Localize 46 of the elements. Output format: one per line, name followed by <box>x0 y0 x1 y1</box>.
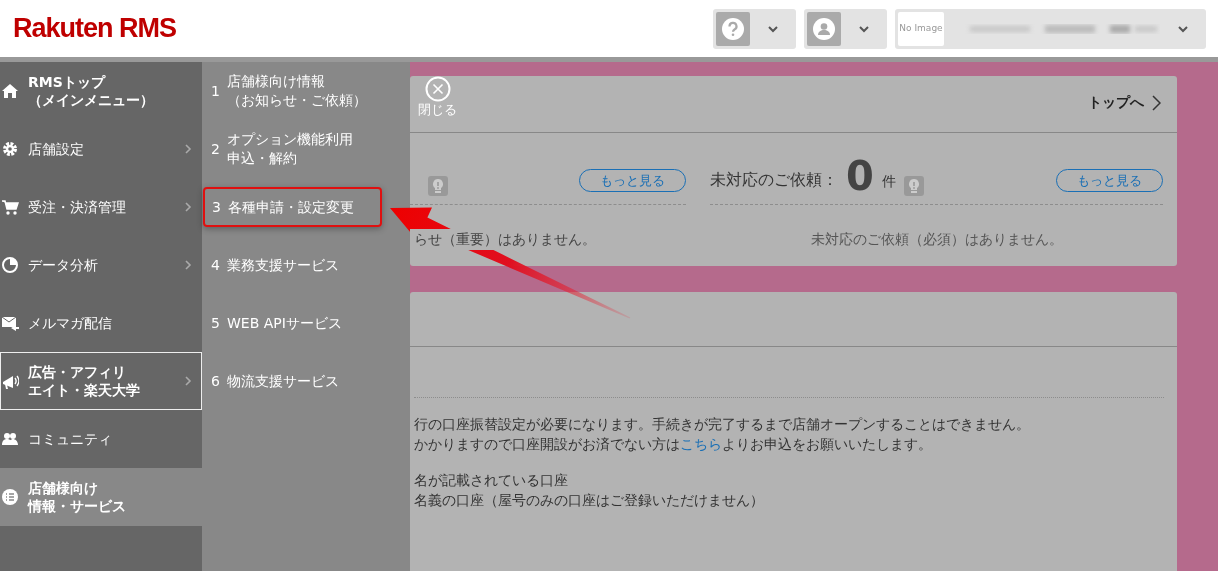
count-label: 未対応のご依頼： <box>710 169 838 191</box>
count-unit: 件 <box>881 172 896 191</box>
submenu-item[interactable]: 6 物流支援サービス <box>202 352 410 410</box>
sidebar-item[interactable]: 広告・アフィリ エイト・楽天大学 <box>0 352 202 410</box>
sidebar-item[interactable]: コミュニティ <box>0 410 202 468</box>
user-icon <box>813 17 835 40</box>
sidebar-item[interactable]: データ分析 <box>0 236 202 294</box>
logo[interactable]: Rakuten RMS <box>13 15 177 42</box>
empty-message: 未対応のご依頼（必須）はありません。 <box>809 230 1064 249</box>
caret-icon <box>1176 23 1190 34</box>
count-value: 0 <box>846 156 874 196</box>
close-button[interactable]: 閉じる <box>418 76 457 118</box>
pie-chart-icon <box>1 256 19 274</box>
caret-icon <box>766 23 780 34</box>
people-icon <box>1 430 19 448</box>
sidebar-item[interactable]: 店舗設定 <box>0 120 202 178</box>
chevron-icon <box>184 259 192 271</box>
submenu-item[interactable]: 5 WEB APIサービス <box>202 294 410 352</box>
sidebar-item[interactable]: メルマガ配信 <box>0 294 202 352</box>
list-icon <box>1 488 19 506</box>
chevron-icon <box>1152 94 1161 111</box>
top-link[interactable]: トップへ <box>1088 92 1161 113</box>
lightbulb-icon <box>903 176 924 196</box>
submenu-item[interactable]: 3 各種申請・設定変更 <box>203 187 382 227</box>
sidebar-item[interactable]: 受注・決済管理 <box>0 178 202 236</box>
sidebar-item[interactable]: 店舗様向け 情報・サービス <box>0 468 202 526</box>
chevron-icon <box>184 201 192 213</box>
chevron-icon <box>184 143 192 155</box>
chevron-icon <box>184 375 192 387</box>
submenu-item[interactable]: 4 業務支援サービス <box>202 236 410 294</box>
text-line: 名が記載されている口座 <box>414 471 569 490</box>
dropdown-button[interactable] <box>804 8 887 49</box>
text-line: 行の口座振替設定が必要になります。手続きが完了するまで店舗オープンすることはできません。 <box>414 415 1031 434</box>
text-line: 名義の口座（屋号のみの口座はご登録いただけません） <box>414 491 765 510</box>
thumbnail: No Image <box>898 11 944 46</box>
text-line: かかりますので口座開設がお済でない方は こちら よりお申込をお願いいたします。 <box>414 435 933 454</box>
caret-icon <box>857 23 871 34</box>
cart-icon <box>1 198 19 216</box>
help-icon <box>722 17 744 40</box>
close-icon <box>424 76 451 102</box>
link[interactable]: こちら <box>680 436 722 452</box>
home-icon <box>1 82 19 100</box>
shop-dropdown[interactable]: No Image <box>895 8 1206 49</box>
sidebar-item[interactable]: RMSトップ （メインメニュー） <box>0 62 202 120</box>
lightbulb-icon <box>428 176 448 196</box>
dropdown-button[interactable] <box>713 8 796 49</box>
